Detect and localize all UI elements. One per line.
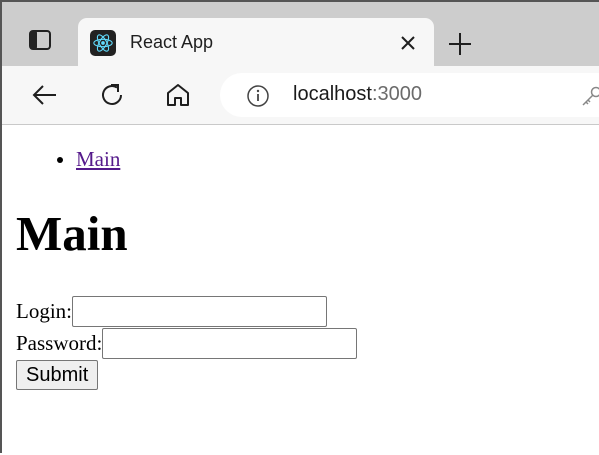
nav-link-main[interactable]: Main — [76, 147, 120, 171]
address-bar[interactable]: localhost:3000 — [220, 73, 599, 117]
page-content: Main Main Login: Password: Submit — [4, 125, 599, 455]
nav-item: Main — [76, 147, 120, 172]
plus-icon — [446, 30, 474, 58]
home-icon — [163, 80, 193, 110]
password-key-button[interactable] — [580, 84, 599, 108]
login-input[interactable] — [72, 296, 327, 327]
close-tab-button[interactable] — [398, 33, 418, 53]
refresh-icon — [97, 80, 127, 110]
back-arrow-icon — [30, 80, 60, 110]
nav-list: Main — [4, 147, 120, 172]
new-tab-button[interactable] — [446, 30, 474, 58]
tab-actions-icon — [28, 28, 52, 56]
active-tab[interactable]: React App — [78, 18, 434, 66]
submit-button[interactable]: Submit — [16, 360, 98, 390]
url-host: localhost — [293, 83, 372, 105]
site-info-button[interactable] — [246, 84, 270, 108]
info-icon — [246, 84, 270, 108]
react-logo-icon — [90, 30, 116, 56]
login-row: Login: — [16, 295, 357, 327]
url-port: :3000 — [372, 83, 422, 105]
login-form: Login: Password: Submit — [16, 295, 357, 390]
password-label: Password: — [16, 331, 102, 356]
tab-title: React App — [130, 32, 213, 53]
password-input[interactable] — [102, 328, 357, 359]
browser-toolbar: localhost:3000 — [2, 66, 599, 125]
close-icon — [398, 33, 418, 53]
page-heading: Main — [16, 205, 128, 262]
tab-strip: React App — [2, 2, 599, 66]
tab-actions-button[interactable] — [16, 18, 64, 66]
home-button[interactable] — [163, 80, 193, 110]
refresh-button[interactable] — [97, 80, 127, 110]
password-row: Password: — [16, 327, 357, 359]
back-button[interactable] — [30, 80, 60, 110]
key-icon — [580, 84, 599, 108]
login-label: Login: — [16, 299, 72, 324]
browser-window: React App — [0, 0, 599, 453]
url-text: localhost:3000 — [293, 83, 422, 106]
